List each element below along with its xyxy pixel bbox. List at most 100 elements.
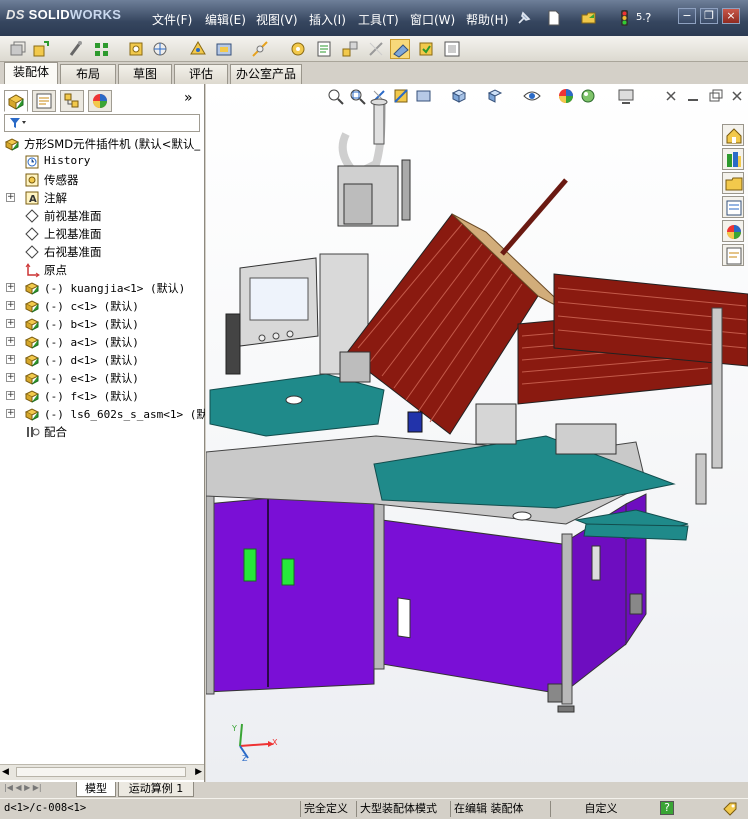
subassembly-icon (24, 298, 40, 314)
origin-icon (24, 262, 40, 278)
pin-icon[interactable] (515, 9, 533, 27)
mate-icon[interactable] (66, 39, 86, 59)
feature-manager-tab-icon[interactable] (4, 90, 28, 112)
bill-of-materials-icon[interactable] (314, 39, 334, 59)
expand-toggle[interactable]: + (6, 193, 15, 202)
coordinate-triad: X Y Z (228, 716, 288, 766)
property-manager-tab-icon[interactable] (32, 90, 56, 112)
filter-icon[interactable] (9, 117, 27, 129)
tree-item-c[interactable]: + (-) c<1> (默认) (0, 297, 205, 315)
tab-layout[interactable]: 布局 (60, 64, 116, 84)
tab-motion-study-1[interactable]: 运动算例 1 (118, 782, 194, 797)
tab-office-products[interactable]: 办公室产品 (230, 64, 302, 84)
menu-insert[interactable]: 插入(I) (309, 11, 346, 28)
reference-geometry-icon[interactable] (250, 39, 270, 59)
search-label: 5. (636, 12, 646, 23)
mates-icon (24, 424, 40, 440)
instant3d-icon[interactable] (390, 39, 410, 59)
menu-view[interactable]: 视图(V) (256, 11, 298, 28)
traffic-light-icon[interactable] (616, 9, 634, 27)
menu-help[interactable]: 帮助(H) (466, 11, 508, 28)
close-button[interactable]: × (722, 8, 740, 24)
restore-button[interactable]: ❐ (700, 8, 718, 24)
expand-toggle[interactable]: + (6, 373, 15, 382)
status-help-icon[interactable]: ? (660, 801, 674, 815)
tree-item-label: (-) a<1> (默认) (44, 336, 139, 349)
expand-toggle[interactable]: + (6, 283, 15, 292)
tree-item-kuangjia[interactable]: + (-) kuangjia<1> (默认) (0, 279, 205, 297)
tree-item-right-plane[interactable]: 右视基准面 (0, 243, 205, 261)
explode-line-sketch-icon[interactable] (366, 39, 386, 59)
status-large-assembly-mode: 大型装配体模式 (356, 801, 437, 817)
tree-item-history[interactable]: History (0, 153, 205, 171)
triad-z-label: Z (242, 754, 248, 763)
assembly-features-icon[interactable] (214, 39, 234, 59)
tree-item-b[interactable]: + (-) b<1> (默认) (0, 315, 205, 333)
tree-item-label: 上视基准面 (44, 227, 102, 241)
status-custom-units[interactable]: 自定义 (550, 801, 648, 817)
collapse-panel-button[interactable]: » (184, 90, 193, 106)
menu-window[interactable]: 窗口(W) (410, 11, 455, 28)
title-bar: DS SOLIDWORKS 文件(F) 编辑(E) 视图(V) 插入(I) 工具(… (0, 0, 748, 36)
command-manager-tabs: 装配体 布局 草图 评估 办公室产品 (0, 62, 748, 84)
tree-item-e[interactable]: + (-) e<1> (默认) (0, 369, 205, 387)
display-manager-tab-icon[interactable] (88, 90, 112, 112)
subassembly-icon (24, 370, 40, 386)
tree-item-ls6-asm[interactable]: + (-) ls6_602s_s_asm<1> (默认 (0, 405, 205, 423)
tree-item-root-assembly[interactable]: 方形SMD元件插件机 (默认<默认_ (0, 135, 205, 153)
subassembly-icon (24, 406, 40, 422)
tab-evaluate[interactable]: 评估 (174, 64, 228, 84)
insert-components-icon[interactable] (8, 39, 28, 59)
open-folder-icon[interactable] (580, 9, 598, 27)
move-component-icon[interactable] (150, 39, 170, 59)
configuration-manager-tab-icon[interactable] (60, 90, 84, 112)
tree-item-top-plane[interactable]: 上视基准面 (0, 225, 205, 243)
take-snapshot-icon[interactable] (442, 39, 462, 59)
help-button[interactable]: ? (645, 11, 651, 25)
tree-filter-input[interactable] (4, 114, 200, 132)
tree-item-front-plane[interactable]: 前视基准面 (0, 207, 205, 225)
tree-item-mates[interactable]: 配合 (0, 423, 205, 441)
update-speedpak-icon[interactable] (416, 39, 436, 59)
tree-item-sensors[interactable]: 传感器 (0, 171, 205, 189)
scroll-right-icon[interactable]: ▶ (195, 767, 202, 777)
status-tag-icon[interactable] (722, 801, 738, 817)
tree-item-f[interactable]: + (-) f<1> (默认) (0, 387, 205, 405)
tab-model[interactable]: 模型 (76, 782, 116, 797)
tree-item-a[interactable]: + (-) a<1> (默认) (0, 333, 205, 351)
menu-file[interactable]: 文件(F) (152, 11, 192, 28)
tab-sketch[interactable]: 草图 (118, 64, 172, 84)
expand-toggle[interactable]: + (6, 391, 15, 400)
tree-item-annotations[interactable]: + A 注解 (0, 189, 205, 207)
graphics-viewport[interactable]: X Y Z (206, 84, 748, 782)
linear-pattern-icon[interactable] (92, 39, 112, 59)
plane-icon (24, 244, 40, 260)
new-part-icon[interactable] (31, 39, 51, 59)
tab-assembly[interactable]: 装配体 (4, 62, 58, 84)
tree-item-d[interactable]: + (-) d<1> (默认) (0, 351, 205, 369)
expand-toggle[interactable]: + (6, 319, 15, 328)
exploded-view-icon[interactable] (340, 39, 360, 59)
new-document-icon[interactable] (545, 9, 563, 27)
tree-item-origin[interactable]: 原点 (0, 261, 205, 279)
smart-fasteners-icon[interactable] (126, 39, 146, 59)
expand-toggle[interactable]: + (6, 301, 15, 310)
expand-toggle[interactable]: + (6, 409, 15, 418)
tree-item-label: (-) kuangjia<1> (默认) (44, 282, 186, 295)
horizontal-scrollbar[interactable]: ◀ ▶ (0, 764, 204, 780)
expand-toggle[interactable]: + (6, 337, 15, 346)
tree-item-label: (-) d<1> (默认) (44, 354, 139, 367)
minimize-button[interactable]: − (678, 8, 696, 24)
panel-tabs: » (2, 88, 202, 112)
first-tab-nav-icon[interactable]: |◀ ◀ ▶ ▶| (4, 783, 42, 792)
tree-item-label: History (44, 154, 91, 167)
show-hidden-icon[interactable] (188, 39, 208, 59)
assembly-model-render (206, 98, 748, 713)
expand-toggle[interactable]: + (6, 355, 15, 364)
logo-ds: DS (6, 7, 25, 22)
new-motion-study-icon[interactable] (288, 39, 308, 59)
menu-tools[interactable]: 工具(T) (358, 11, 399, 28)
menu-edit[interactable]: 编辑(E) (205, 11, 246, 28)
scroll-left-icon[interactable]: ◀ (2, 767, 9, 777)
scrollbar-thumb[interactable] (16, 767, 186, 777)
